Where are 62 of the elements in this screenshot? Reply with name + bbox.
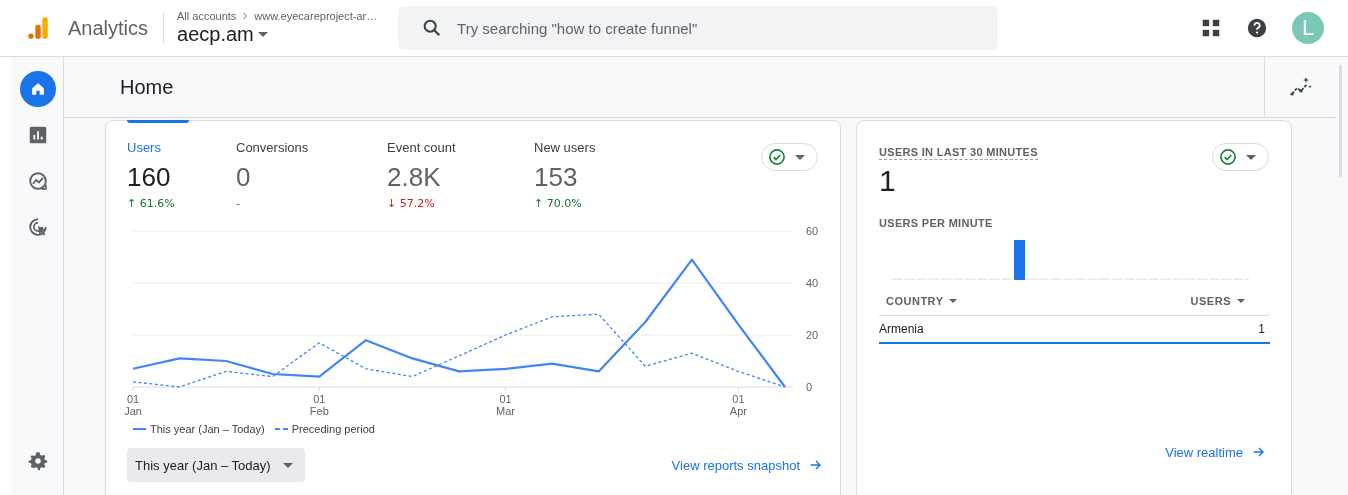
caret-icon [257, 32, 268, 37]
metric-value: 153 [534, 162, 579, 193]
caret-icon [1237, 299, 1245, 303]
x-tick-label: 01 Apr [729, 393, 747, 417]
compare-button[interactable] [761, 143, 818, 171]
metric-change: - [236, 197, 240, 210]
breadcrumb-link[interactable]: www.eyecareproject-ar… [254, 10, 378, 22]
metric-label: Users [127, 140, 162, 155]
y-tick-label: 60 [806, 225, 819, 237]
caret-icon [795, 154, 805, 160]
check-circle-icon [767, 147, 787, 167]
help-icon[interactable] [1246, 17, 1268, 39]
section-label: USERS PER MINUTE [879, 217, 994, 229]
legend-label: This year (Jan – Today) [150, 423, 265, 435]
breadcrumb-link[interactable]: All accounts [177, 10, 237, 22]
card-title: USERS IN LAST 30 MINUTES [879, 146, 1038, 160]
apps-grid-icon[interactable] [1200, 17, 1222, 39]
metric-tab[interactable]: Users 160 ↑ 61.6% [127, 121, 236, 211]
metric-label: Event count [387, 140, 457, 155]
view-link[interactable]: View realtime [1165, 444, 1267, 460]
search-field[interactable]: Try searching "how to create funnel" [398, 6, 999, 50]
column-header[interactable]: USERS [1190, 295, 1249, 307]
metric-label: Conversions [236, 140, 310, 155]
metric-value: 0 [236, 162, 252, 193]
y-tick-label: 0 [806, 381, 813, 393]
realtime-value: 1 [879, 164, 897, 198]
column-header[interactable]: COUNTRY [886, 295, 962, 307]
x-tick-label: 01 Feb [309, 393, 329, 417]
compare-button[interactable] [1212, 143, 1269, 171]
metric-change: ↓ 57.2% [387, 197, 435, 210]
metric-label: New users [534, 140, 597, 155]
metric-value: 160 [127, 162, 172, 193]
view-link[interactable]: View reports snapshot [671, 457, 824, 473]
property-selector[interactable]: aecp.am [177, 23, 272, 46]
y-tick-label: 40 [806, 277, 819, 289]
settings-icon [26, 450, 49, 472]
metric-tab[interactable]: Conversions 0 - [236, 121, 387, 211]
check-circle-icon [1218, 147, 1238, 167]
selected-indicator [127, 120, 189, 123]
y-tick-label: 20 [806, 329, 819, 341]
metric-tab[interactable]: Event count 2.8K ↓ 57.2% [387, 121, 534, 211]
caret-icon [282, 462, 293, 468]
table-cell: 1 [1258, 322, 1265, 336]
caret-icon [1246, 154, 1256, 160]
metric-tab[interactable]: New users 153 ↑ 70.0% [534, 121, 644, 211]
legend-label: Preceding period [291, 423, 375, 435]
metric-change: ↑ 61.6% [127, 197, 175, 210]
x-tick-label: 01 Mar [496, 393, 516, 417]
dashed-line-icon [274, 428, 288, 430]
target-cursor-icon [26, 216, 49, 238]
app-name: Analytics [68, 16, 149, 40]
date-range-dropdown[interactable]: This year (Jan – Today) [127, 448, 305, 482]
table-cell: Armenia [879, 322, 924, 336]
caret-icon [949, 299, 958, 303]
home-nav-button[interactable] [19, 71, 56, 107]
solid-line-icon [133, 428, 146, 430]
x-tick-label: 01 Jan [124, 393, 142, 417]
page-title: Home [120, 75, 174, 99]
metric-value: 2.8K [387, 162, 442, 193]
trend-chart-icon [26, 170, 49, 192]
metric-change: ↑ 70.0% [534, 197, 582, 210]
analytics-logo-icon [25, 15, 51, 41]
